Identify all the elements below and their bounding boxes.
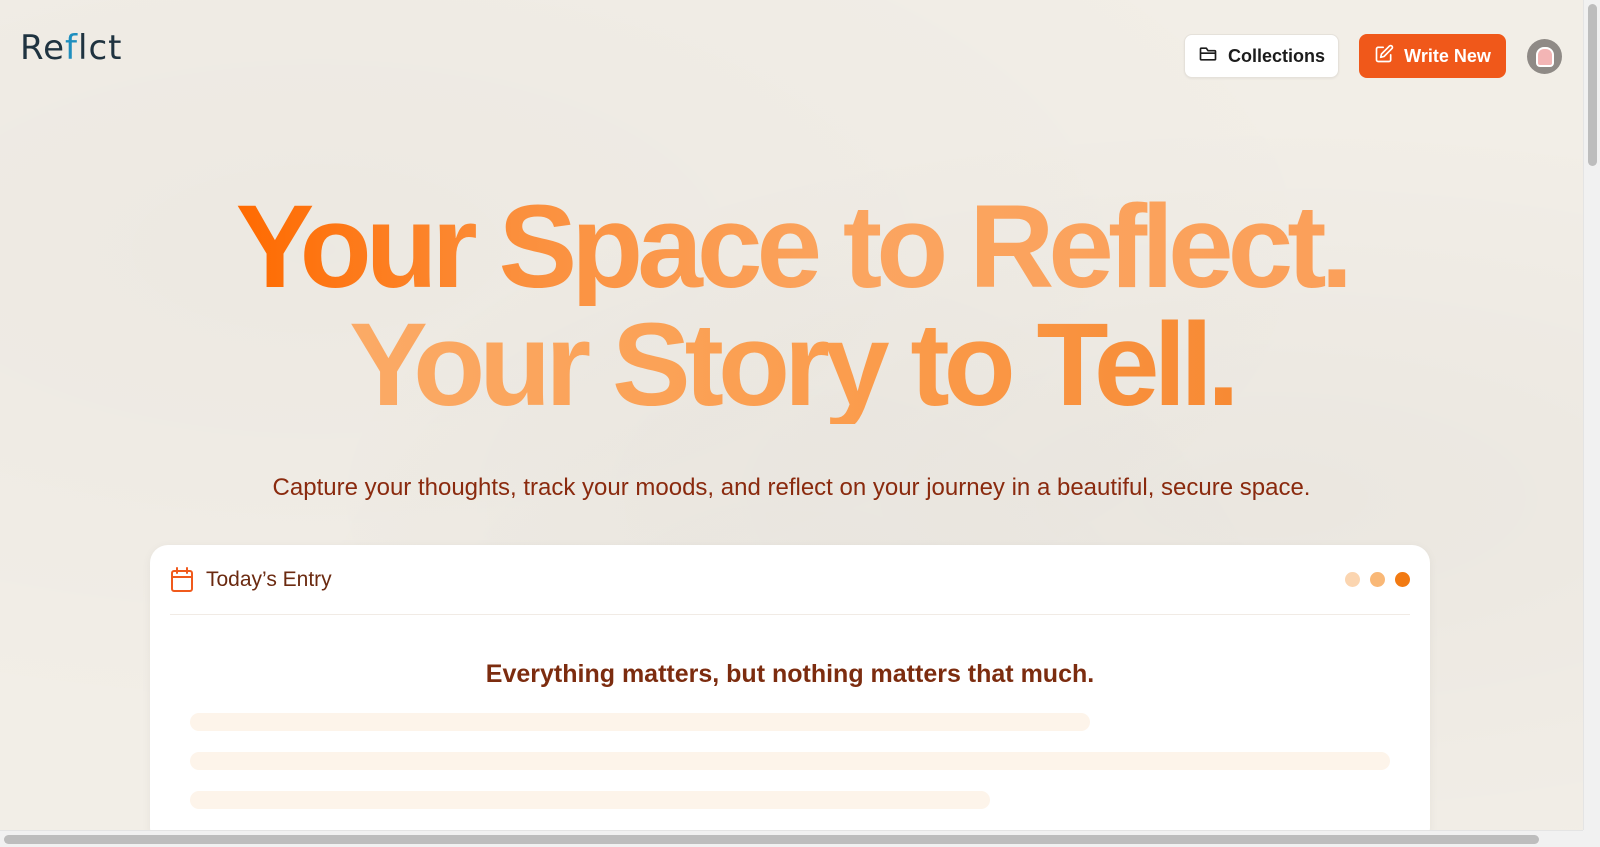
horizontal-scrollbar[interactable] (0, 830, 1583, 847)
placeholder-line (190, 713, 1090, 731)
card-title: Today’s Entry (206, 568, 332, 591)
horizontal-scroll-thumb[interactable] (4, 835, 1539, 844)
mood-dot-2 (1370, 572, 1385, 587)
placeholder-line (190, 752, 1390, 770)
vertical-scrollbar[interactable] (1583, 0, 1600, 830)
todays-entry-card[interactable]: Today’s Entry Everything matters, but no… (150, 545, 1430, 830)
reflct-logo[interactable]: Re f lct (20, 28, 122, 68)
avatar-icon (1535, 46, 1554, 67)
mood-dot-3 (1395, 572, 1410, 587)
write-new-label: Write New (1404, 45, 1491, 66)
logo-text-start: Re (20, 28, 66, 68)
entry-quote: Everything matters, but nothing matters … (485, 660, 1095, 688)
avatar[interactable] (1527, 39, 1562, 74)
hero-line-1: Your Space to Reflect. (235, 181, 1354, 313)
mood-dots (1345, 572, 1410, 587)
hero-subtitle: Capture your thoughts, track your moods,… (272, 474, 1311, 501)
logo-pen-letter: f (65, 28, 78, 68)
folder-icon (1198, 44, 1218, 69)
vertical-scroll-thumb[interactable] (1588, 4, 1597, 166)
collections-label: Collections (1227, 45, 1325, 66)
placeholder-line (190, 791, 990, 809)
write-new-button[interactable]: Write New (1359, 34, 1506, 78)
logo-text-end: lct (78, 28, 123, 68)
page: Re f lct Collections Write New Your Space … (0, 0, 1583, 830)
scrollbar-corner (1583, 830, 1600, 847)
card-header: Today’s Entry (170, 567, 1410, 615)
collections-button[interactable]: Collections (1184, 34, 1339, 78)
mood-dot-1 (1345, 572, 1360, 587)
edit-icon (1374, 44, 1394, 69)
hero-heading: Your Space to Reflect. Your Story to Tel… (0, 188, 1583, 424)
hero-line-2: Your Story to Tell. (349, 299, 1240, 431)
calendar-icon (170, 567, 194, 598)
